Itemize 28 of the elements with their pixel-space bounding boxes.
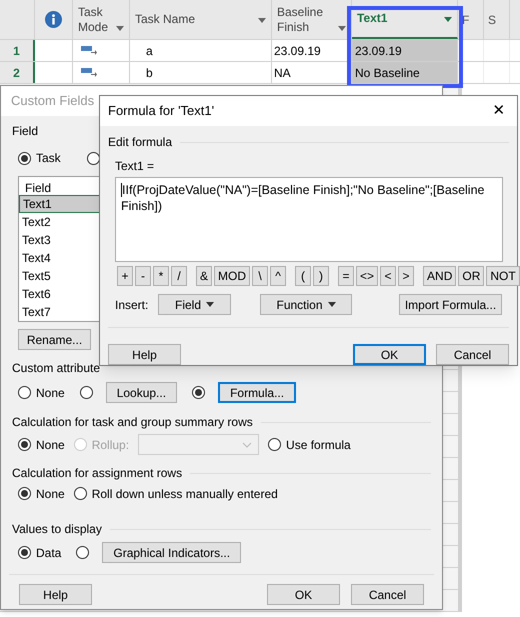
option-label: None: [36, 486, 65, 502]
group-label: Field: [12, 123, 40, 140]
option-label: Rollup:: [92, 436, 130, 454]
group-label: Values to display: [12, 521, 102, 538]
timescale-label: F: [462, 12, 470, 28]
option-label: None: [36, 384, 65, 402]
table-cell-text: a: [146, 42, 153, 60]
window-title: Custom Fields: [11, 92, 94, 110]
insert-label: Insert:: [115, 296, 150, 314]
timescale-label: S: [488, 12, 496, 28]
table-cell-text: 23.09.19: [274, 42, 321, 60]
option-label: Task: [36, 150, 61, 167]
group-label: Calculation for task and group summary rows: [12, 414, 253, 431]
table-cell: 23.09.19: [352, 40, 458, 61]
group-label: Custom attribute: [12, 360, 100, 376]
group-label: Edit formula: [108, 134, 172, 151]
option-label: Roll down unless manually entered: [92, 486, 278, 502]
field-label: Text1 =: [115, 158, 156, 175]
option-label: None: [36, 436, 65, 454]
option-label: Data: [36, 544, 62, 562]
table-cell-text: b: [146, 64, 153, 82]
option-label: Use formula: [286, 436, 351, 454]
row-number: 1: [0, 40, 35, 61]
table-cell: No Baseline: [352, 62, 458, 83]
row-number: 2: [0, 62, 35, 83]
group-label: Calculation for assignment rows: [12, 465, 182, 482]
table-cell-text: NA: [274, 64, 291, 82]
window-title: Formula for 'Text1': [108, 102, 214, 120]
